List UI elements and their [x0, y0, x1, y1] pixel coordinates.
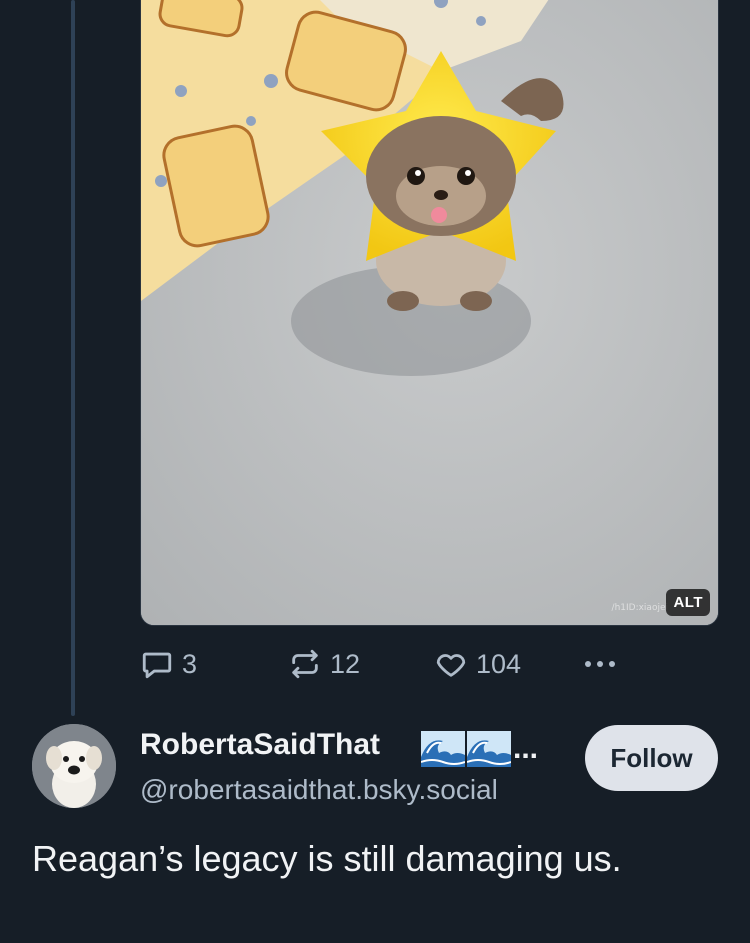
image-watermark: /h1ID:xiaojei — [611, 603, 668, 613]
wave-emoji-icon — [421, 731, 465, 767]
alt-text-badge[interactable]: ALT — [666, 589, 710, 616]
like-button[interactable]: 104 — [434, 644, 521, 684]
heart-icon — [436, 654, 466, 677]
repost-button[interactable]: 12 — [288, 644, 360, 684]
repost-count: 12 — [330, 648, 361, 679]
reply-button[interactable]: 3 — [140, 644, 197, 684]
reply-icon — [142, 652, 172, 679]
cat-photo — [141, 0, 718, 625]
follow-button[interactable]: Follow — [585, 725, 718, 791]
reply-count: 3 — [182, 648, 198, 679]
post-text: Reagan’s legacy is still damaging us. — [32, 838, 622, 879]
name-truncation-ellipsis: ... — [513, 732, 539, 765]
author-handle[interactable]: @robertasaidthat.bsky.social — [140, 774, 498, 806]
repost-icon — [292, 649, 318, 679]
like-count: 104 — [476, 648, 522, 679]
display-name-emoji: ... — [421, 731, 538, 767]
thread-connector-line — [71, 0, 75, 716]
ellipsis-icon — [585, 661, 615, 667]
more-options-button[interactable] — [580, 644, 628, 684]
post-action-bar: 3 12 104 — [140, 644, 717, 684]
avatar[interactable] — [32, 724, 116, 808]
feed-page: /h1ID:xiaojei ALT 3 12 104 RobertaSaidTh… — [0, 0, 750, 943]
wave-emoji-icon — [467, 731, 511, 767]
dog-avatar-image — [32, 724, 116, 808]
author-display-name[interactable]: RobertaSaidThat — [140, 728, 380, 762]
post-image[interactable]: /h1ID:xiaojei ALT — [140, 0, 719, 626]
